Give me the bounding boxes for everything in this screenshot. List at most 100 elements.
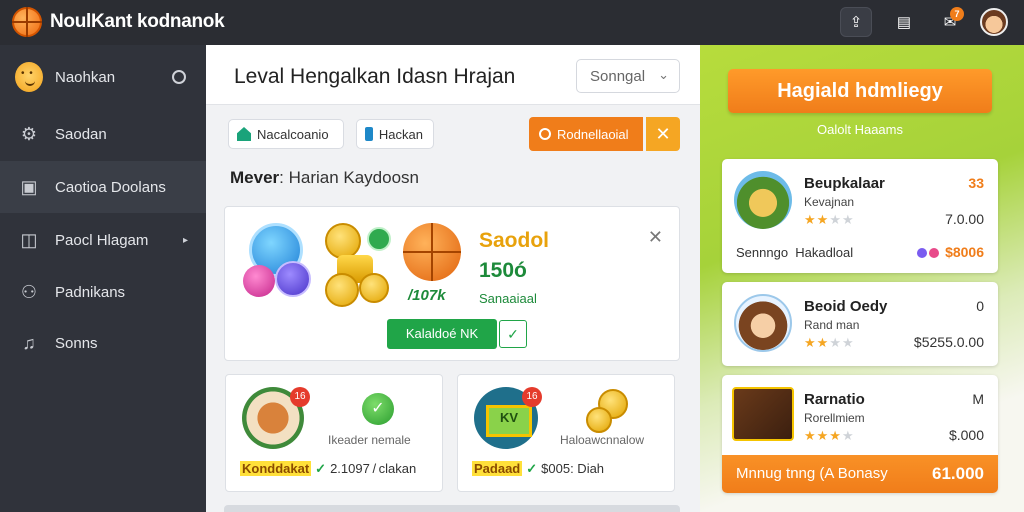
close-icon[interactable]: ✕: [648, 227, 663, 248]
count-badge: 16: [522, 387, 542, 407]
gem-icon: [929, 248, 940, 259]
featured-title: Saodol: [479, 229, 550, 252]
card-footer: Padaad ✓ $005: Diah: [472, 461, 604, 477]
upload-button[interactable]: ⇪: [840, 7, 872, 37]
main-header: Leval Hengalkan Idasn Hrajan Sonngal ⌄: [206, 45, 700, 105]
gear-icon: ⚙: [20, 123, 38, 144]
total-bar-label: Mnnug tnng (A Bonasy: [736, 465, 888, 482]
list-item[interactable]: Beoid Oedy Rand man ★★★★ 0 $5255.0.00: [722, 282, 998, 366]
featured-action-button[interactable]: Kalaldoé NK: [387, 319, 497, 349]
sidebar-item-songs[interactable]: ♫ Sonns: [0, 317, 206, 369]
card-tag: Konddakat: [240, 461, 312, 476]
subtitle-bold: Mever: [230, 168, 280, 187]
gold-coin-icon: [325, 273, 359, 307]
treasure-chest-image: [732, 387, 794, 441]
item-extra-price: $8006: [917, 244, 984, 260]
sidebar-item-participants[interactable]: ⚇ Padnikans: [0, 266, 206, 318]
list-icon: [365, 127, 373, 141]
smiley-avatar-icon: [15, 62, 43, 92]
card-footer: Konddakat ✓ 2.1097 / clakan: [240, 461, 416, 477]
item-name: Beoid Oedy: [804, 298, 888, 315]
notification-badge: 7: [950, 7, 964, 21]
item-extra: Sennngo Hakadloal: [736, 245, 853, 260]
featured-card: Saodol 150ó /107k Sanaaiaal ✕ Kalaldoé N…: [224, 206, 680, 361]
top-bar: NoulKant kodnanok ⇪ ▤ ✉ 7: [0, 0, 1024, 45]
music-icon: ♫: [22, 332, 36, 353]
total-bar[interactable]: Mnnug tnng (A Bonasy 61.000: [722, 455, 998, 493]
gold-coin-icon: [359, 273, 389, 303]
sort-dropdown[interactable]: Sonngal ⌄: [576, 59, 680, 93]
eye-icon[interactable]: [172, 70, 186, 84]
expand-arrow-icon[interactable]: ▸: [183, 235, 188, 246]
featured-subtitle: Sanaaiaal: [479, 291, 537, 306]
home-icon: [237, 127, 251, 141]
item-extra-price-value: $8006: [945, 244, 984, 260]
item-price: 7.0.00: [945, 211, 984, 227]
item-tag: 0: [976, 298, 984, 314]
chevron-down-icon: ⌄: [658, 67, 669, 82]
gem-icon: [917, 248, 928, 259]
users-icon: ⚇: [20, 281, 38, 302]
green-check-icon: ✓: [315, 461, 327, 476]
banner-subtitle: Oalolt Haaams: [817, 122, 903, 137]
confirm-check-button[interactable]: ✓: [499, 320, 527, 348]
item-extra-left: Sennngo: [736, 245, 789, 260]
item-tag: 33: [968, 175, 984, 191]
list-item[interactable]: Beupkalaar Kevajnan ★★★★ 33 7.0.00 Sennn…: [722, 159, 998, 273]
sidebar-item-label: Sonns: [55, 334, 98, 352]
rating-stars: ★★★★: [804, 212, 855, 227]
subtitle-text: : Harian Kaydoosn: [279, 168, 420, 187]
notifications-button[interactable]: ✉ 7: [934, 7, 966, 37]
refresh-icon: [539, 128, 551, 140]
gold-coin-icon: [325, 223, 361, 259]
character-avatar: [734, 294, 792, 352]
sidebar: Naohkan ⚙ Saodan ▣ Caotioa Doolans ◫ Pao…: [0, 45, 206, 512]
subtitle-line: Mever: Harian Kaydoosn: [230, 168, 419, 188]
sidebar-item-settings[interactable]: ⚙ Saodan: [0, 108, 206, 160]
box-icon: ▣: [20, 176, 38, 197]
banner-button[interactable]: Hagiald hdmliegy: [728, 69, 992, 113]
featured-value: 150ó: [479, 259, 527, 282]
sidebar-item-label: Paocl Hlagam: [55, 231, 149, 249]
sidebar-item-gallery[interactable]: ◫ Paocl Hlagam ▸: [0, 214, 206, 266]
reward-card[interactable]: 16 ✓ Ikeader nemale Konddakat ✓ 2.1097 / c…: [225, 374, 443, 492]
chip-label: Hackan: [378, 126, 423, 142]
document-button[interactable]: ▤: [888, 7, 920, 37]
gold-coin-icon: [586, 407, 612, 433]
main-panel: Leval Hengalkan Idasn Hrajan Sonngal ⌄ N…: [206, 45, 700, 512]
chip-label: Nacalcoanio: [257, 126, 329, 142]
app-title: NoulKant kodnanok: [50, 11, 225, 32]
sidebar-item-label: Padnikans: [55, 283, 126, 301]
green-check-coin-icon: ✓: [362, 393, 394, 425]
upload-icon: ⇪: [849, 14, 863, 31]
sidebar-item-collections[interactable]: ▣ Caotioa Doolans: [0, 161, 206, 213]
total-bar-value: 61.000: [932, 464, 984, 483]
next-card-edge: [224, 505, 680, 512]
card-footer-text: $005: Diah: [541, 461, 605, 476]
document-icon: ▤: [896, 14, 912, 31]
checkmark-icon: ✓: [507, 326, 519, 342]
pink-coin-icon: [243, 265, 275, 297]
card-caption: Ikeader nemale: [328, 433, 411, 447]
item-extra-mid: Hakadloal: [795, 245, 854, 260]
item-price: $5255.0.00: [913, 334, 984, 350]
sidebar-item-label: Naohkan: [55, 68, 116, 86]
basketball-icon: [403, 223, 461, 281]
sidebar-item-profile[interactable]: Naohkan: [0, 51, 206, 103]
list-item[interactable]: Rarnatio Rorellmiem ★★★★ M $.000 Mnnug t…: [722, 375, 998, 493]
filter-chip-home[interactable]: Nacalcoanio: [228, 119, 344, 149]
character-avatar: [734, 171, 792, 229]
green-check-icon: ✓: [526, 461, 538, 476]
featured-percent: /107k: [408, 287, 446, 304]
sidebar-item-label: Saodan: [55, 125, 107, 143]
item-price: $.000: [948, 427, 984, 443]
close-action-button[interactable]: ✕: [646, 117, 680, 151]
item-subtitle: Kevajnan: [804, 195, 855, 209]
purple-coin-icon: [275, 261, 311, 297]
rating-stars: ★★★★: [804, 335, 855, 350]
user-avatar[interactable]: [980, 8, 1008, 36]
basketball-logo-icon: [12, 7, 42, 37]
primary-action-button[interactable]: Rodnellaoial: [529, 117, 643, 151]
reward-card[interactable]: 16 Haloawcnnalow Padaad✓$005: Diah: [457, 374, 675, 492]
filter-chip-list[interactable]: Hackan: [356, 119, 434, 149]
